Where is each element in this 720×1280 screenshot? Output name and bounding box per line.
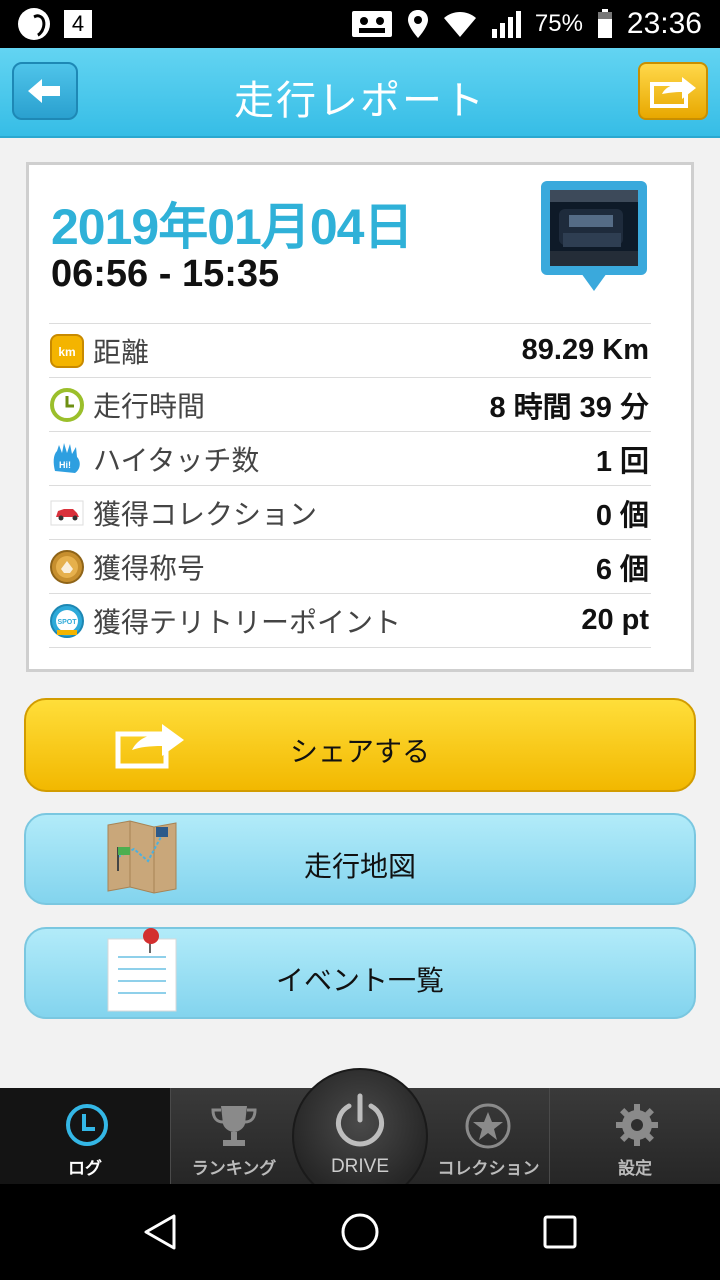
- stat-row-collection: 獲得コレクション 0 個: [49, 485, 651, 539]
- app-header: 走行レポート: [0, 48, 720, 138]
- tab-ranking[interactable]: ランキング: [171, 1088, 297, 1184]
- battery-percent: 75%: [534, 10, 583, 37]
- tab-ranking-label: ランキング: [191, 1159, 277, 1179]
- gear-icon: [616, 1104, 658, 1146]
- share-button[interactable]: シェアする: [24, 698, 696, 792]
- stat-row-titles: 獲得称号 6 個: [49, 539, 651, 593]
- stat-value: 8 時間 39 分: [489, 391, 649, 424]
- stats-list: km 距離 89.29 Km 走行時間 8 時間 39 分 Hi! ハイタッチ数…: [49, 323, 651, 648]
- app-notification-icon: [18, 8, 50, 40]
- power-icon: [335, 1093, 385, 1147]
- report-time-range: 06:56 - 15:35: [51, 253, 280, 295]
- svg-text:km: km: [58, 345, 75, 359]
- share-button-label: シェアする: [289, 735, 430, 768]
- stat-row-territory: SPOT 獲得テリトリーポイント 20 pt: [49, 593, 651, 648]
- nav-home-icon[interactable]: [340, 1212, 380, 1252]
- stat-label: 獲得称号: [93, 551, 206, 585]
- stat-value: 20 pt: [581, 604, 649, 636]
- signal-icon: [491, 11, 521, 38]
- km-icon: km: [50, 333, 84, 368]
- medal-icon: [50, 549, 84, 584]
- event-list-button-label: イベント一覧: [275, 964, 444, 997]
- nav-recents-icon[interactable]: [542, 1214, 578, 1250]
- clock-icon: [50, 387, 84, 422]
- tab-log[interactable]: ログ: [0, 1088, 170, 1184]
- drive-map-button-label: 走行地図: [303, 850, 416, 883]
- notification-count-badge: 4: [64, 10, 92, 38]
- drive-mode-icon: [351, 11, 392, 37]
- tab-settings[interactable]: 設定: [550, 1088, 720, 1184]
- stat-row-drive-time: 走行時間 8 時間 39 分: [49, 377, 651, 431]
- stat-label: 獲得コレクション: [93, 497, 318, 531]
- tab-settings-label: 設定: [618, 1159, 652, 1179]
- wifi-icon: [443, 12, 476, 37]
- stat-label: 距離: [93, 335, 150, 369]
- stat-row-high-five: Hi! ハイタッチ数 1 回: [49, 431, 651, 485]
- stat-value: 0 個: [595, 499, 649, 532]
- tab-log-label: ログ: [68, 1159, 102, 1179]
- battery-icon: [597, 9, 612, 38]
- trophy-icon: [211, 1106, 257, 1146]
- high-five-icon: Hi!: [53, 442, 80, 473]
- stat-label: 獲得テリトリーポイント: [93, 605, 402, 639]
- svg-text:SPOT: SPOT: [57, 619, 77, 626]
- clock-time: 23:36: [626, 7, 702, 40]
- share-header-button[interactable]: [638, 62, 708, 120]
- system-nav-bar: [0, 1184, 720, 1280]
- stat-row-distance: km 距離 89.29 Km: [49, 323, 651, 377]
- clock-icon: [66, 1104, 108, 1146]
- drive-button-label: DRIVE: [330, 1156, 390, 1177]
- car-icon: [50, 500, 84, 525]
- svg-text:Hi!: Hi!: [59, 460, 71, 470]
- stat-label: ハイタッチ数: [93, 443, 260, 477]
- stat-label: 走行時間: [93, 389, 206, 423]
- nav-back-icon[interactable]: [140, 1212, 180, 1252]
- share-icon: [650, 77, 696, 108]
- tab-collection-label: コレクション: [437, 1159, 540, 1179]
- star-icon: [465, 1103, 511, 1149]
- report-date: 2019年01月04日: [51, 199, 413, 255]
- drive-map-button[interactable]: 走行地図: [24, 813, 696, 905]
- photo-pin-icon[interactable]: [541, 181, 647, 293]
- stat-value: 6 個: [595, 553, 649, 586]
- event-list-button[interactable]: イベント一覧: [24, 927, 696, 1019]
- stat-value: 1 回: [595, 445, 649, 478]
- page-title: 走行レポート: [234, 78, 486, 124]
- tab-collection[interactable]: コレクション: [428, 1088, 549, 1184]
- report-card: 2019年01月04日 06:56 - 15:35 km 距離 89.29 Km…: [26, 162, 694, 672]
- status-bar: 4 75% 23:36: [0, 0, 720, 48]
- location-icon: [407, 10, 428, 38]
- stat-value: 89.29 Km: [521, 334, 649, 366]
- spot-icon: SPOT: [50, 603, 84, 638]
